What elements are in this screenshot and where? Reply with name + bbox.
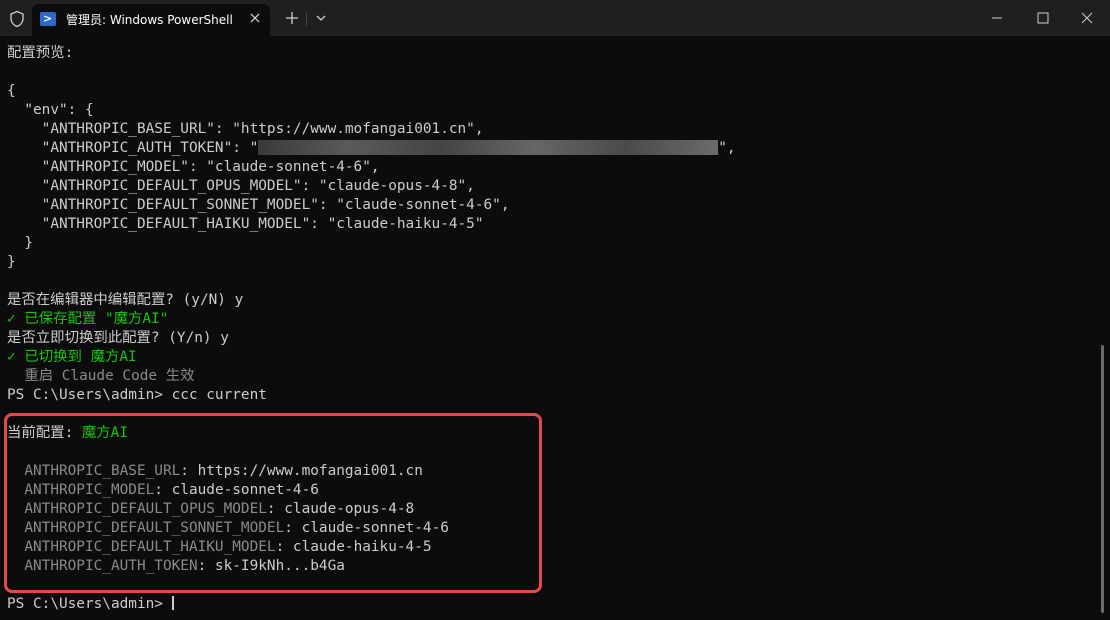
profile-name: 魔方AI xyxy=(90,349,137,365)
close-icon[interactable] xyxy=(1064,6,1110,30)
success-line: ✓ 已切换到 魔方AI xyxy=(7,348,1097,367)
highlight-box xyxy=(4,413,542,593)
switch-message: ✓ 已切换到 xyxy=(7,349,91,365)
terminal-line: "env": { xyxy=(7,102,94,118)
terminal-line: "ANTHROPIC_BASE_URL": "https://www.mofan… xyxy=(7,121,484,137)
tab-title: 管理员: Windows PowerShell xyxy=(66,13,233,27)
powershell-icon: > xyxy=(40,12,56,26)
shield-icon xyxy=(10,10,24,28)
prompt: PS C:\Users\admin> xyxy=(7,596,172,612)
prompt-line[interactable]: PS C:\Users\admin> xyxy=(7,595,1097,614)
tab-separator xyxy=(306,12,307,26)
text-cursor xyxy=(171,596,174,610)
minimize-icon[interactable] xyxy=(974,6,1020,30)
success-line: ✓ 已保存配置 "魔方AI" xyxy=(7,311,169,327)
title-bar: > 管理员: Windows PowerShell xyxy=(0,0,1110,36)
terminal-line: "ANTHROPIC_MODEL": "claude-sonnet-4-6", xyxy=(7,159,380,175)
token-key: "ANTHROPIC_AUTH_TOKEN": " xyxy=(7,140,259,156)
terminal-line: } xyxy=(7,254,16,270)
maximize-icon[interactable] xyxy=(1020,6,1066,30)
terminal-line: 是否立即切换到此配置? (Y/n) y xyxy=(7,330,229,346)
scrollbar[interactable] xyxy=(1101,345,1104,613)
hint-line: 重启 Claude Code 生效 xyxy=(7,368,195,384)
terminal-line: 是否在编辑器中编辑配置? (y/N) y xyxy=(7,292,244,308)
plus-icon[interactable] xyxy=(284,10,300,26)
terminal-line: "ANTHROPIC_DEFAULT_OPUS_MODEL": "claude-… xyxy=(7,178,475,194)
redacted-token xyxy=(258,140,719,155)
terminal-line: 配置预览: xyxy=(7,45,74,61)
token-suffix: ", xyxy=(718,140,736,156)
terminal-line: } xyxy=(7,235,33,251)
terminal-line: "ANTHROPIC_DEFAULT_SONNET_MODEL": "claud… xyxy=(7,197,510,213)
terminal-line: "ANTHROPIC_DEFAULT_HAIKU_MODEL": "claude… xyxy=(7,216,484,232)
terminal-line: "ANTHROPIC_AUTH_TOKEN": " ", xyxy=(7,139,1097,158)
tab-powershell[interactable]: > 管理员: Windows PowerShell xyxy=(32,4,270,36)
prompt-line: PS C:\Users\admin> ccc current xyxy=(7,387,267,403)
terminal-line: { xyxy=(7,83,16,99)
close-icon[interactable] xyxy=(246,9,264,27)
chevron-down-icon[interactable] xyxy=(314,12,328,24)
